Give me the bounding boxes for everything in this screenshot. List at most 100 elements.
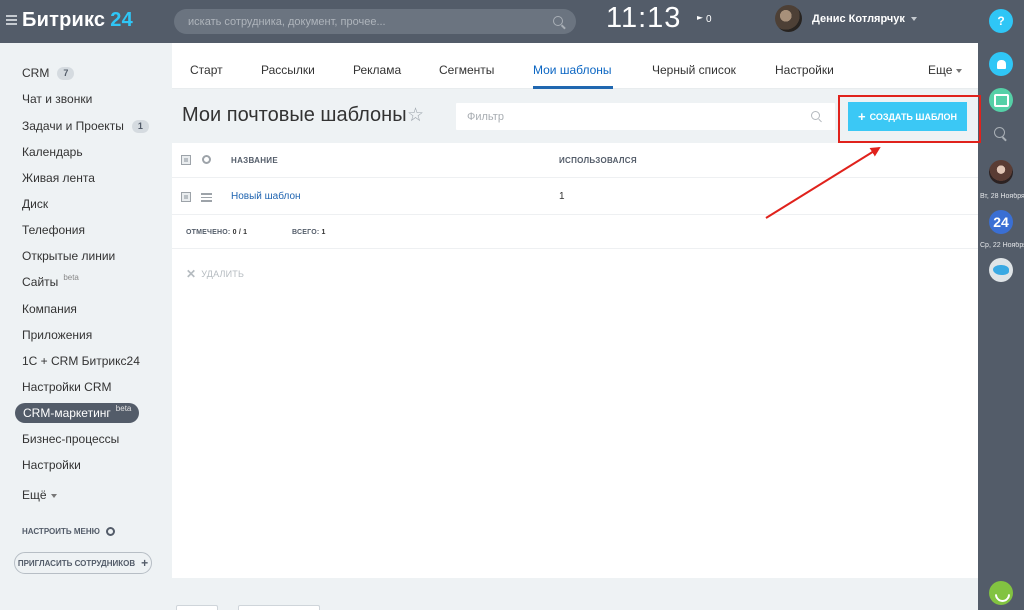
template-used-count: 1 (559, 191, 565, 202)
sidebar-item-sites[interactable]: Сайты beta (22, 273, 79, 290)
close-icon: ✕ (186, 267, 197, 281)
plus-icon: + (141, 556, 149, 570)
sidebar-item-settings[interactable]: Настройки (22, 458, 81, 472)
chat-icon[interactable] (989, 88, 1013, 112)
sidebar-item-label: Компания (22, 302, 77, 316)
logo[interactable]: Битрикс 24 (22, 9, 133, 32)
selected-value: 0 / 1 (232, 229, 248, 236)
invite-employees-button[interactable]: ПРИГЛАСИТЬ СОТРУДНИКОВ + (14, 552, 152, 574)
delete-label: УДАЛИТЬ (201, 269, 245, 279)
sidebar-item-bizproc[interactable]: Бизнес-процессы (22, 432, 119, 446)
bird-avatar[interactable] (989, 258, 1013, 282)
phone-icon[interactable] (989, 581, 1013, 605)
sidebar-item-1c[interactable]: 1С + CRM Битрикс24 (22, 354, 140, 368)
tab-mailings[interactable]: Рассылки (261, 63, 315, 77)
flag-icon (697, 16, 703, 20)
bitrix24-avatar[interactable]: 24 (989, 210, 1013, 234)
sidebar-item-disk[interactable]: Диск (22, 197, 48, 211)
right-panel: ? Вт, 28 Ноября 24 Ср, 22 Ноября (978, 0, 1024, 610)
tab-settings[interactable]: Настройки (775, 63, 834, 77)
sidebar-item-feed[interactable]: Живая лента (22, 171, 95, 185)
chevron-down-icon (956, 68, 963, 73)
sidebar-item-more[interactable]: Ещё (22, 488, 57, 502)
sidebar-item-label: Открытые линии (22, 249, 116, 263)
row-checkbox[interactable] (181, 192, 191, 202)
filter-input[interactable] (467, 108, 787, 125)
tab-blacklist[interactable]: Черный список (652, 63, 736, 77)
template-name-link[interactable]: Новый шаблон (231, 191, 301, 202)
logo-number: 24 (110, 9, 133, 31)
user-menu[interactable]: Денис Котлярчук (775, 5, 917, 32)
tab-segments[interactable]: Сегменты (439, 63, 494, 77)
tab-ads[interactable]: Реклама (353, 63, 401, 77)
tab-more[interactable]: Еще (928, 63, 963, 77)
sidebar-item-label: Бизнес-процессы (22, 432, 120, 446)
chevron-down-icon (50, 493, 57, 498)
grid-header: НАЗВАНИЕ ИСПОЛЬЗОВАЛСЯ (172, 143, 978, 178)
row-menu-icon[interactable] (201, 193, 212, 202)
gear-icon (105, 527, 115, 536)
gear-icon[interactable] (202, 155, 211, 164)
contact-date: Ср, 22 Ноября (980, 242, 1024, 249)
pagination-control[interactable] (238, 605, 320, 610)
beta-label: beta (115, 403, 132, 413)
sidebar-item-company[interactable]: Компания (22, 302, 77, 316)
configure-menu-button[interactable]: НАСТРОИТЬ МЕНЮ (22, 527, 115, 536)
global-search (174, 9, 576, 34)
search-icon[interactable] (994, 127, 1005, 138)
help-button[interactable]: ? (989, 9, 1013, 33)
sidebar-item-crm[interactable]: CRM 7 (22, 66, 75, 80)
configure-menu-label: НАСТРОИТЬ МЕНЮ (22, 527, 100, 536)
global-search-input[interactable] (188, 13, 548, 30)
user-avatar (775, 5, 802, 32)
sidebar-item-telephony[interactable]: Телефония (22, 223, 85, 237)
counter-badge: 7 (57, 66, 75, 80)
sidebar-item-crm-settings[interactable]: Настройки CRM (22, 380, 112, 394)
select-all-checkbox[interactable] (181, 155, 191, 165)
annotation-highlight-box (838, 95, 981, 143)
sidebar-item-label: Задачи и Проекты (22, 119, 124, 133)
marketing-tabs: Старт Рассылки Реклама Сегменты Мои шабл… (172, 43, 978, 89)
selected-count: ОТМЕЧЕНО: 0 / 1 (186, 229, 247, 236)
tab-start[interactable]: Старт (190, 63, 223, 77)
sidebar-item-label: Приложения (22, 328, 93, 342)
sidebar: CRM 7 Чат и звонки Задачи и Проекты 1 Кале… (0, 43, 172, 610)
page-size-control[interactable] (176, 605, 218, 610)
contact-date: Вт, 28 Ноября (980, 193, 1024, 200)
star-icon[interactable]: ☆ (407, 104, 424, 127)
sidebar-item-apps[interactable]: Приложения (22, 328, 92, 342)
bell-icon[interactable] (989, 52, 1013, 76)
column-header-name[interactable]: НАЗВАНИЕ (231, 156, 278, 165)
top-bar: Битрикс24 11:13 0 Денис Котлярчук (0, 0, 978, 43)
sidebar-item-chat[interactable]: Чат и звонки (22, 92, 92, 106)
table-row[interactable]: Новый шаблон 1 (172, 178, 978, 215)
sidebar-item-crm-marketing[interactable]: CRM-маркетинг beta (15, 403, 140, 423)
delete-button[interactable]: ✕ УДАЛИТЬ (186, 267, 244, 281)
tab-my-templates[interactable]: Мои шаблоны (533, 63, 612, 77)
invite-label: ПРИГЛАСИТЬ СОТРУДНИКОВ (17, 558, 136, 568)
search-icon[interactable] (811, 111, 820, 120)
sidebar-item-label: Диск (22, 197, 49, 211)
search-icon[interactable] (553, 16, 563, 26)
sidebar-item-open-lines[interactable]: Открытые линии (22, 249, 115, 263)
filter (456, 103, 835, 130)
total-value: 1 (321, 229, 326, 236)
sidebar-item-tasks[interactable]: Задачи и Проекты 1 (22, 119, 149, 133)
clock[interactable]: 11:13 (606, 2, 681, 35)
total-label: ВСЕГО: (292, 229, 320, 236)
sidebar-item-label: Ещё (22, 488, 47, 502)
sidebar-item-label: Настройки (22, 458, 81, 472)
flag-counter[interactable]: 0 (697, 14, 712, 25)
sidebar-item-label: Телефония (22, 223, 85, 237)
sidebar-item-label: 1С + CRM Битрикс24 (22, 354, 140, 368)
sidebar-item-label: Календарь (22, 145, 83, 159)
column-header-used[interactable]: ИСПОЛЬЗОВАЛСЯ (559, 156, 637, 165)
total-count: ВСЕГО: 1 (292, 229, 326, 236)
logo-text: Битрикс (22, 9, 106, 31)
counter-badge: 1 (131, 119, 149, 133)
contact-avatar[interactable] (989, 160, 1013, 184)
menu-burger-icon[interactable] (6, 15, 17, 26)
sidebar-item-label: Живая лента (22, 171, 95, 185)
grid-footer: ОТМЕЧЕНО: 0 / 1 ВСЕГО: 1 (172, 215, 978, 249)
sidebar-item-calendar[interactable]: Календарь (22, 145, 83, 159)
